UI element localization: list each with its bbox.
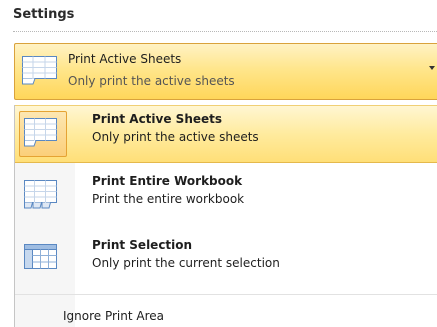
sheet-icon — [21, 55, 59, 91]
dropdown-arrow-icon — [429, 66, 435, 70]
menu-item-description: Only print the active sheets — [92, 130, 259, 144]
dropdown-selected-title: Print Active Sheets — [68, 52, 182, 66]
menu-item-ignore-print-area[interactable]: Ignore Print Area — [63, 309, 164, 323]
menu-item-title: Print Active Sheets — [92, 112, 223, 126]
menu-item-description: Only print the current selection — [92, 256, 280, 270]
dropdown-selected-description: Only print the active sheets — [68, 74, 235, 88]
menu-item-description: Print the entire workbook — [92, 192, 245, 206]
menu-item-print-selection[interactable]: Print Selection Only print the current s… — [15, 232, 437, 290]
print-what-dropdown[interactable]: Print Active Sheets Only print the activ… — [14, 43, 437, 100]
print-settings-panel: Settings Print Active Sheets Only print … — [0, 0, 437, 327]
menu-separator — [15, 294, 437, 295]
menu-item-title: Print Entire Workbook — [92, 174, 243, 188]
settings-heading: Settings — [13, 7, 75, 22]
heading-divider — [13, 31, 437, 32]
selection-icon — [23, 243, 59, 279]
menu-item-print-active-sheets[interactable]: Print Active Sheets Only print the activ… — [15, 105, 437, 163]
workbook-icon — [23, 179, 59, 217]
print-what-menu: Print Active Sheets Only print the activ… — [14, 105, 437, 327]
menu-item-title: Print Selection — [92, 238, 193, 252]
active-sheets-icon — [23, 117, 59, 153]
menu-item-print-entire-workbook[interactable]: Print Entire Workbook Print the entire w… — [15, 168, 437, 226]
